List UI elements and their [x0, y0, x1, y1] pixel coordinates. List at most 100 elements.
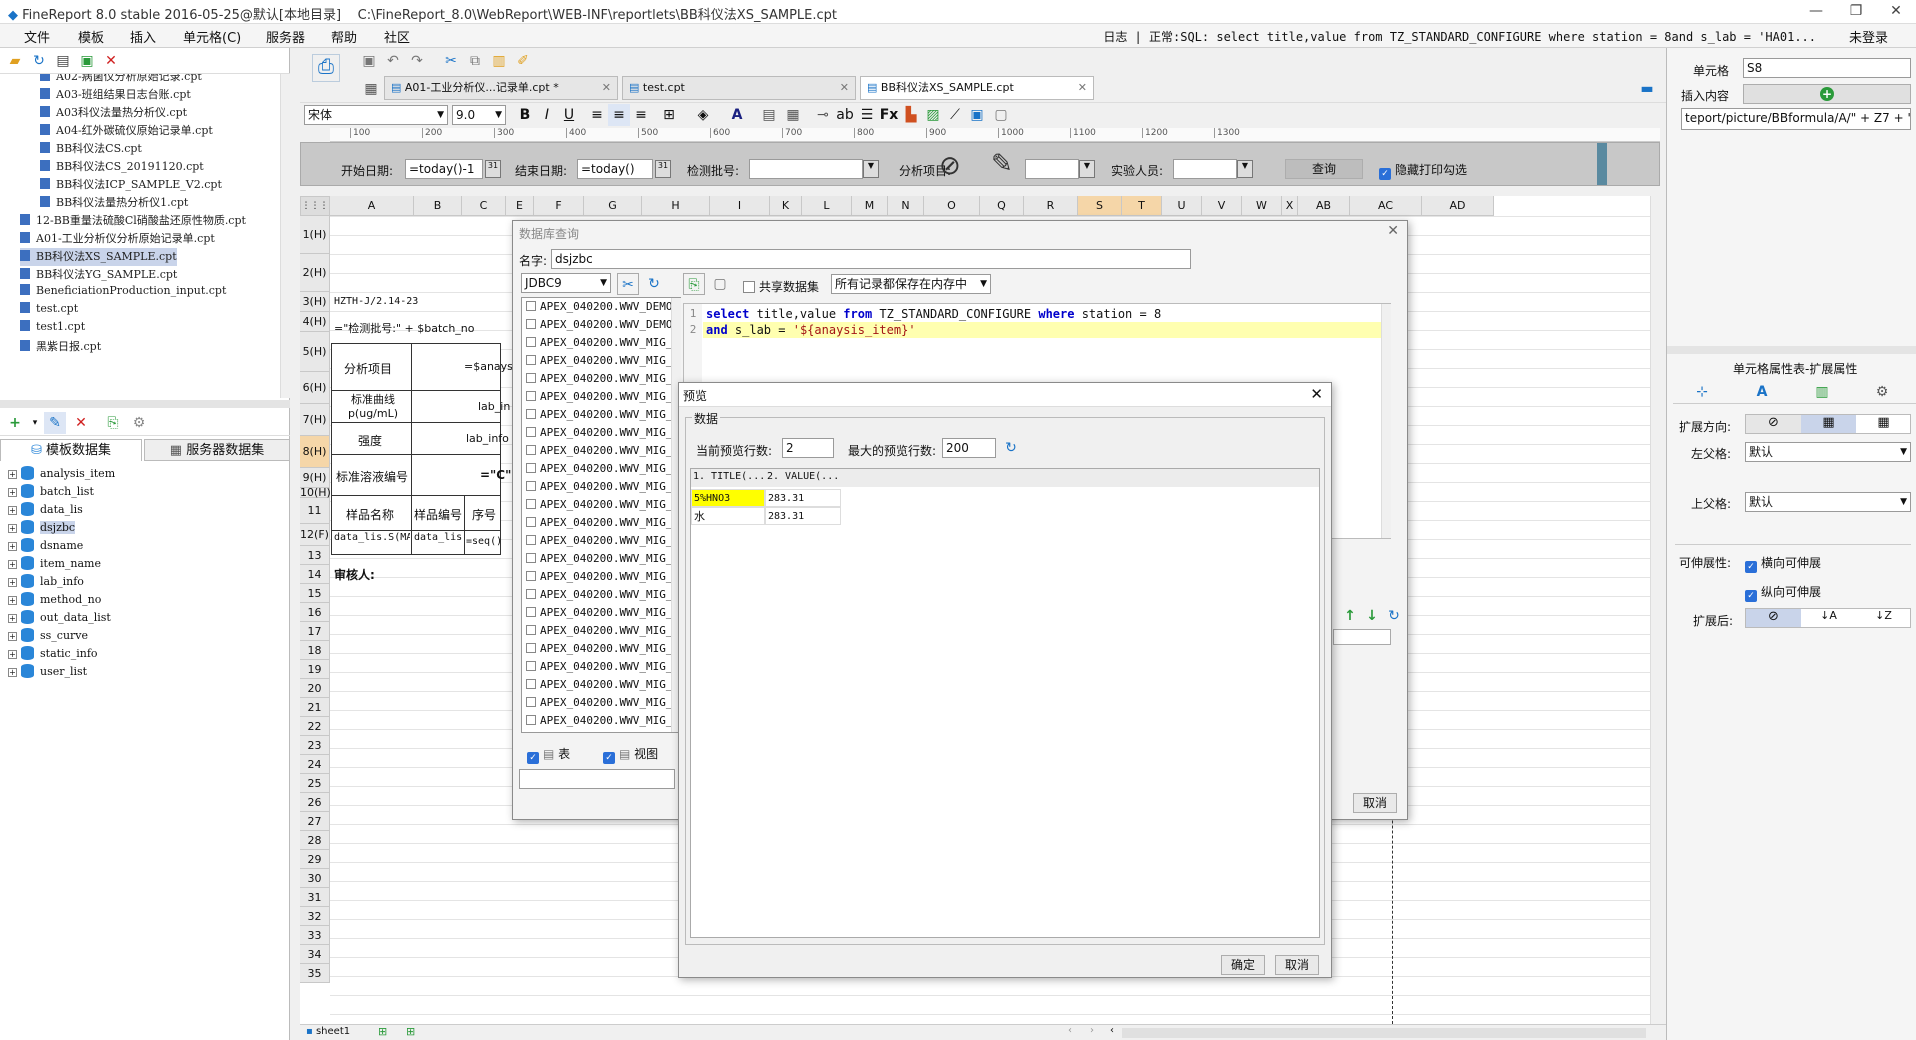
scroll-right-icon[interactable]: ›: [1090, 1025, 1094, 1036]
cell-b11[interactable]: data_lis.S(SMP: [414, 532, 462, 554]
column-header[interactable]: B: [414, 196, 462, 216]
row-header[interactable]: 29: [300, 850, 330, 869]
formula-field[interactable]: teport/picture/BBformula/A/" + Z7 + ".jp…: [1681, 108, 1911, 130]
column-header[interactable]: F: [534, 196, 584, 216]
paste-icon[interactable]: ▥: [488, 50, 510, 72]
preview-cancel-button[interactable]: 取消: [1275, 955, 1319, 975]
column-header[interactable]: AB: [1298, 196, 1350, 216]
column-header[interactable]: O: [924, 196, 980, 216]
column-header[interactable]: C: [462, 196, 506, 216]
file-tree-item[interactable]: test.cpt: [20, 302, 78, 320]
row-header[interactable]: 13: [300, 546, 330, 565]
dropdown-arrow-icon[interactable]: ▾: [24, 412, 46, 434]
refresh-preview-icon[interactable]: ↻: [1000, 437, 1022, 459]
dataset-item[interactable]: + lab_info: [8, 574, 84, 592]
table-list-item[interactable]: APEX_040200.WWV_MIG_(: [522, 408, 680, 426]
advanced-tab-icon[interactable]: ⚙: [1871, 381, 1893, 403]
row-header[interactable]: 21: [300, 698, 330, 717]
expand-icon[interactable]: +: [8, 470, 17, 479]
dataset-item[interactable]: + ss_curve: [8, 628, 88, 646]
column-header[interactable]: M: [852, 196, 888, 216]
expand-icon[interactable]: +: [8, 650, 17, 659]
param-table[interactable]: [1333, 629, 1391, 645]
expand-icon[interactable]: +: [8, 632, 17, 641]
table-list-item[interactable]: APEX_040200.WWV_MIG_(: [522, 354, 680, 372]
up-parent-select[interactable]: 默认 ▼: [1745, 492, 1911, 512]
row-header[interactable]: 23: [300, 736, 330, 755]
row-header[interactable]: 14: [300, 565, 330, 584]
add-poly-sheet-icon[interactable]: ⊞: [406, 1025, 415, 1038]
cut-icon[interactable]: ✂: [440, 50, 462, 72]
expand-tab-icon[interactable]: ⊹: [1691, 381, 1713, 403]
expand-icon[interactable]: +: [8, 578, 17, 587]
dataset-item[interactable]: + item_name: [8, 556, 101, 574]
row-header[interactable]: 17: [300, 622, 330, 641]
preview-close-icon[interactable]: ✕: [1310, 385, 1323, 403]
row-header[interactable]: 15: [300, 584, 330, 603]
file-tree-item[interactable]: BB科仪法XS_SAMPLE.cpt: [20, 248, 177, 266]
menu-help[interactable]: 帮助: [331, 27, 357, 46]
row-header[interactable]: 27: [300, 812, 330, 831]
tab-template-datasets[interactable]: ⛁ 模板数据集: [0, 439, 142, 461]
align-right-icon[interactable]: ≡: [630, 104, 652, 126]
row-header[interactable]: 34: [300, 945, 330, 964]
table-list-item[interactable]: APEX_040200.WWV_DEMO_: [522, 300, 680, 318]
file-tree-item[interactable]: BB科仪法CS_20191120.cpt: [40, 158, 204, 176]
minimize-button[interactable]: —: [1796, 0, 1836, 24]
connection-settings-icon[interactable]: ✂: [617, 273, 639, 295]
batch-dropdown-icon[interactable]: ▼: [863, 160, 879, 178]
insert-content-button[interactable]: +: [1743, 84, 1911, 104]
preview-cell-r2c2[interactable]: 283.31: [765, 507, 841, 525]
v-stretch-checkbox[interactable]: ✓ 纵向可伸展: [1745, 583, 1821, 602]
hide-print-checkbox[interactable]: ✓ 隐藏打印勾选: [1379, 161, 1467, 180]
widget-tab-icon[interactable]: ▥: [1811, 381, 1833, 403]
preview-ok-button[interactable]: 确定: [1221, 955, 1265, 975]
underline-icon[interactable]: U: [558, 104, 580, 126]
param-resize-handle[interactable]: [1597, 143, 1607, 185]
bold-icon[interactable]: B: [514, 104, 536, 126]
cell-a8[interactable]: 标准溶液编号: [336, 468, 408, 485]
menu-file[interactable]: 文件: [24, 27, 50, 46]
file-tree-item[interactable]: A01-工业分析仪分析原始记录单.cpt: [20, 230, 215, 248]
cell-c9[interactable]: 序号: [472, 506, 496, 523]
close-button[interactable]: ✕: [1876, 0, 1916, 24]
tab-server-datasets[interactable]: ▦ 服务器数据集: [144, 439, 290, 461]
file-tree-item[interactable]: A04-红外碳硫仪原始记录单.cpt: [40, 122, 213, 140]
splitter[interactable]: [0, 400, 290, 408]
table-icon[interactable]: ▦: [782, 104, 804, 126]
formula-icon[interactable]: Fx: [878, 104, 900, 126]
preview-cell-r1c1[interactable]: 5%HNO3: [691, 489, 765, 507]
menu-server[interactable]: 服务器: [266, 27, 305, 46]
table-list-item[interactable]: APEX_040200.WWV_DEMO_: [522, 318, 680, 336]
expand-icon[interactable]: +: [8, 524, 17, 533]
column-header[interactable]: AC: [1350, 196, 1422, 216]
expand-icon[interactable]: +: [8, 614, 17, 623]
cell-a5[interactable]: 分析项目: [344, 360, 392, 377]
menu-insert[interactable]: 插入: [130, 27, 156, 46]
no-expand-icon[interactable]: ⊘: [1746, 415, 1801, 433]
row-header[interactable]: 19: [300, 660, 330, 679]
scroll-left-icon[interactable]: ‹: [1068, 1025, 1072, 1036]
start-date-input[interactable]: =today()-1: [405, 159, 483, 179]
file-tree-scrollbar[interactable]: [280, 74, 290, 398]
font-color-icon[interactable]: A: [726, 104, 748, 126]
column-header[interactable]: A: [330, 196, 414, 216]
sql-line-2[interactable]: and s_lab = '${anaysis_item}': [706, 322, 916, 338]
horizontal-expand-icon[interactable]: ▦: [1856, 415, 1911, 433]
end-calendar-icon[interactable]: 31: [655, 160, 671, 178]
column-header[interactable]: I: [710, 196, 770, 216]
cell-a7[interactable]: 强度: [358, 432, 382, 449]
restore-button[interactable]: ❐: [1836, 0, 1876, 24]
table-list-item[interactable]: APEX_040200.WWV_MIG_(: [522, 552, 680, 570]
table-list-item[interactable]: APEX_040200.WWV_MIG_(: [522, 390, 680, 408]
column-header[interactable]: W: [1242, 196, 1282, 216]
row-header[interactable]: 28: [300, 831, 330, 850]
file-tree-item[interactable]: BeneficiationProduction_input.cpt: [20, 284, 226, 302]
paragraph-icon[interactable]: ☰: [856, 104, 878, 126]
file-tree-item[interactable]: 12-BB重量法硫酸Cl硝酸盐还原性物质.cpt: [20, 212, 246, 230]
chart-icon[interactable]: ▙: [900, 104, 922, 126]
expand-icon[interactable]: +: [8, 506, 17, 515]
table-list-item[interactable]: APEX_040200.WWV_MIG_(: [522, 498, 680, 516]
dataset-item[interactable]: + batch_list: [8, 484, 94, 502]
design-mode-icon[interactable]: ⎙: [312, 54, 340, 82]
